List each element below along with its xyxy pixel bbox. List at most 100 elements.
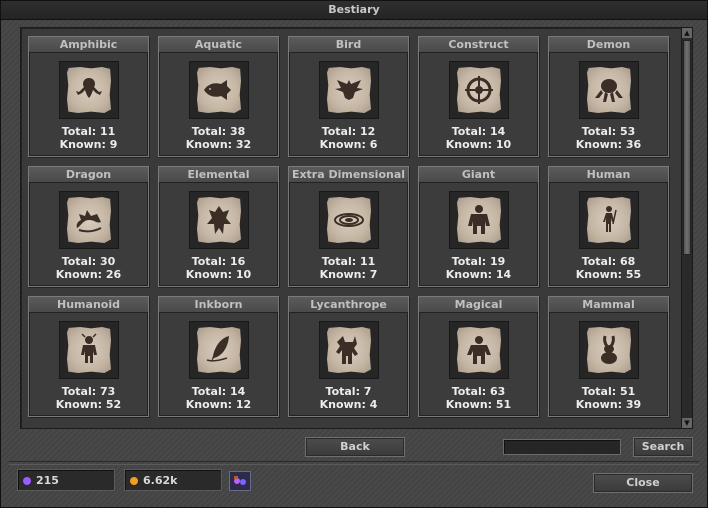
- humanoid-icon: [81, 333, 97, 363]
- elemental-icon: [207, 206, 231, 234]
- creature-total: Total: 73: [61, 385, 116, 398]
- dragon-icon: [76, 210, 102, 233]
- creature-total: Total: 53: [581, 125, 636, 138]
- demon-icon: [595, 79, 623, 102]
- scroll-up-arrow-icon[interactable]: ▲: [682, 28, 692, 38]
- creature-name: Humanoid: [29, 297, 148, 313]
- creature-card-aquatic[interactable]: Aquatic Total: 38 Known: 32: [158, 36, 279, 157]
- creature-name: Dragon: [29, 167, 148, 183]
- creature-known: Known: 9: [59, 138, 118, 151]
- creature-card-demon[interactable]: Demon Total: 53 Known: 36: [548, 36, 669, 157]
- creature-total: Total: 51: [581, 385, 636, 398]
- grid-scrollbar[interactable]: ▲ ▼: [681, 27, 693, 429]
- vortex-icon: [334, 213, 364, 227]
- creature-name: Mammal: [549, 297, 668, 313]
- creature-total: Total: 63: [451, 385, 506, 398]
- creature-total: Total: 19: [451, 255, 506, 268]
- creature-name: Lycanthrope: [289, 297, 408, 313]
- creature-known: Known: 39: [575, 398, 642, 411]
- scroll-down-arrow-icon[interactable]: ▼: [682, 418, 692, 428]
- creature-known: Known: 55: [575, 268, 642, 281]
- creature-card-elemental[interactable]: Elemental Total: 16 Known: 10: [158, 166, 279, 287]
- bird-icon: [335, 80, 363, 100]
- creature-card-extra-dimensional[interactable]: Extra Dimensional Total: 11 Known: 7: [288, 166, 409, 287]
- gold-balance: 6.62k: [124, 469, 222, 491]
- creature-total: Total: 11: [321, 255, 376, 268]
- creature-known: Known: 10: [445, 138, 512, 151]
- creature-portrait: [59, 191, 119, 249]
- back-button[interactable]: Back: [305, 437, 405, 457]
- creature-portrait: [579, 321, 639, 379]
- creature-card-dragon[interactable]: Dragon Total: 30 Known: 26: [28, 166, 149, 287]
- store-icon[interactable]: [229, 471, 251, 491]
- creature-card-amphibic[interactable]: Amphibic Total: 11 Known: 9: [28, 36, 149, 157]
- creature-card-human[interactable]: Human Total: 68 Known: 55: [548, 166, 669, 287]
- human-icon: [603, 206, 617, 232]
- creature-portrait: [59, 61, 119, 119]
- creature-portrait: [319, 191, 379, 249]
- creature-known: Known: 26: [55, 268, 122, 281]
- creature-portrait: [189, 61, 249, 119]
- creature-name: Elemental: [159, 167, 278, 183]
- creature-portrait: [189, 191, 249, 249]
- creature-known: Known: 32: [185, 138, 252, 151]
- creature-card-construct[interactable]: Construct Total: 14 Known: 10: [418, 36, 539, 157]
- gem-icon: [23, 477, 31, 485]
- bestiary-window: Bestiary Amphibic Total: 11 Known: 9 Aquati…: [0, 0, 708, 508]
- creature-name: Amphibic: [29, 37, 148, 53]
- creature-known: Known: 12: [185, 398, 252, 411]
- window-title: Bestiary: [1, 1, 707, 20]
- creature-portrait: [579, 191, 639, 249]
- creature-portrait: [579, 61, 639, 119]
- creature-card-inkborn[interactable]: Inkborn Total: 14 Known: 12: [158, 296, 279, 417]
- creature-known: Known: 52: [55, 398, 122, 411]
- rabbit-icon: [601, 335, 617, 364]
- creature-known: Known: 6: [319, 138, 378, 151]
- footer-divider: [9, 461, 699, 465]
- creature-name: Giant: [419, 167, 538, 183]
- creature-name: Construct: [419, 37, 538, 53]
- creature-portrait: [189, 321, 249, 379]
- creature-name: Human: [549, 167, 668, 183]
- search-input[interactable]: [503, 439, 621, 455]
- creature-total: Total: 11: [61, 125, 116, 138]
- creature-known: Known: 7: [319, 268, 378, 281]
- creature-total: Total: 14: [191, 385, 246, 398]
- creature-known: Known: 51: [445, 398, 512, 411]
- creature-name: Inkborn: [159, 297, 278, 313]
- creature-card-bird[interactable]: Bird Total: 12 Known: 6: [288, 36, 409, 157]
- creature-name: Aquatic: [159, 37, 278, 53]
- creature-total: Total: 14: [451, 125, 506, 138]
- gear-icon: [465, 76, 493, 104]
- gem-balance-value: 215: [36, 474, 59, 487]
- creature-card-mammal[interactable]: Mammal Total: 51 Known: 39: [548, 296, 669, 417]
- creature-card-lycanthrope[interactable]: Lycanthrope Total: 7 Known: 4: [288, 296, 409, 417]
- creature-card-magical[interactable]: Magical Total: 63 Known: 51: [418, 296, 539, 417]
- creature-total: Total: 12: [321, 125, 376, 138]
- fish-icon: [204, 80, 231, 100]
- gold-coin-icon: [130, 477, 138, 485]
- creature-portrait: [319, 321, 379, 379]
- creature-card-giant[interactable]: Giant Total: 19 Known: 14: [418, 166, 539, 287]
- scroll-thumb[interactable]: [683, 40, 691, 255]
- creature-portrait: [449, 321, 509, 379]
- gold-balance-value: 6.62k: [143, 474, 178, 487]
- werewolf-icon: [336, 336, 358, 364]
- search-button[interactable]: Search: [633, 437, 693, 457]
- creature-total: Total: 16: [191, 255, 246, 268]
- creature-known: Known: 4: [319, 398, 378, 411]
- creature-name: Demon: [549, 37, 668, 53]
- frog-icon: [76, 78, 102, 98]
- creature-portrait: [319, 61, 379, 119]
- close-button[interactable]: Close: [593, 473, 693, 493]
- gem-balance: 215: [17, 469, 115, 491]
- creature-known: Known: 14: [445, 268, 512, 281]
- creature-portrait: [449, 191, 509, 249]
- creature-card-humanoid[interactable]: Humanoid Total: 73 Known: 52: [28, 296, 149, 417]
- creature-total: Total: 68: [581, 255, 636, 268]
- creature-portrait: [449, 61, 509, 119]
- quill-icon: [206, 336, 229, 362]
- creature-name: Magical: [419, 297, 538, 313]
- creature-total: Total: 38: [191, 125, 246, 138]
- creature-total: Total: 7: [325, 385, 372, 398]
